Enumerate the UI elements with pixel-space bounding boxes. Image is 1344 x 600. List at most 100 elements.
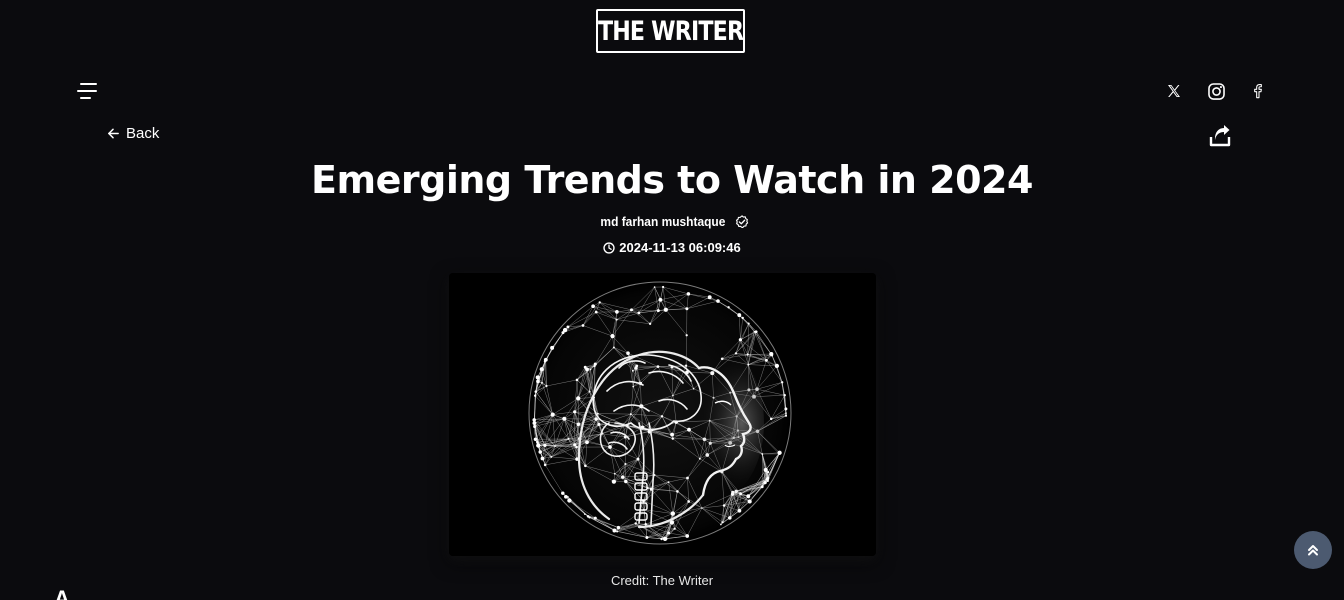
scroll-to-top-button[interactable] — [1294, 531, 1332, 569]
network-node — [593, 516, 597, 520]
network-node — [612, 346, 615, 349]
network-node — [584, 464, 587, 468]
author-name[interactable]: md farhan mushtaque — [601, 214, 726, 229]
network-node — [533, 424, 537, 429]
network-node — [536, 443, 541, 448]
network-node — [765, 478, 769, 481]
network-node — [663, 307, 668, 312]
network-node — [632, 385, 634, 388]
network-node — [635, 364, 639, 368]
network-node — [626, 351, 630, 355]
network-node — [737, 508, 742, 513]
network-node — [747, 499, 752, 504]
network-node — [554, 445, 556, 447]
network-node — [741, 316, 744, 320]
network-node — [676, 490, 679, 493]
menu-button[interactable] — [76, 80, 98, 102]
network-node — [778, 452, 781, 455]
network-node — [783, 393, 786, 397]
network-node — [670, 511, 675, 516]
network-node — [656, 365, 660, 368]
network-node — [608, 445, 612, 449]
network-node — [761, 453, 764, 455]
network-node — [567, 437, 570, 440]
network-node — [550, 455, 553, 458]
article-title: Emerging Trends to Watch in 2024 — [311, 158, 1033, 202]
network-node — [538, 450, 542, 454]
network-node — [611, 479, 617, 484]
network-node — [536, 440, 539, 444]
network-node — [593, 364, 596, 368]
social-links — [1162, 79, 1270, 103]
network-node — [637, 311, 641, 315]
network-node — [763, 480, 767, 485]
network-node — [667, 531, 671, 535]
network-node — [653, 286, 656, 288]
network-node — [584, 513, 586, 515]
x-icon — [1168, 85, 1180, 97]
network-node — [616, 530, 619, 533]
article-hero-image — [449, 273, 876, 556]
network-node — [684, 364, 688, 367]
network-node — [667, 481, 670, 483]
network-node — [634, 522, 637, 525]
article-body-start: A — [54, 586, 70, 600]
network-node — [739, 492, 743, 496]
back-link[interactable]: Back — [107, 125, 159, 142]
network-node — [720, 523, 722, 526]
site-logo[interactable]: THE WRITER — [596, 9, 745, 53]
site-logo-text: THE WRITER — [597, 15, 744, 47]
share-button[interactable] — [1208, 124, 1232, 148]
network-node — [754, 330, 758, 334]
network-node — [774, 363, 780, 369]
network-node — [597, 422, 601, 426]
network-node — [769, 417, 773, 421]
network-node — [564, 494, 568, 499]
share-icon — [1209, 125, 1231, 147]
network-node — [534, 390, 538, 393]
network-node — [597, 412, 599, 415]
network-node — [722, 504, 726, 507]
network-node — [656, 309, 660, 313]
network-node — [540, 456, 545, 461]
image-credit: Credit: The Writer — [610, 573, 714, 588]
network-node — [707, 295, 712, 300]
network-node — [671, 437, 675, 440]
network-node — [594, 310, 598, 314]
network-node — [583, 365, 587, 369]
network-node — [585, 440, 589, 445]
network-node — [661, 285, 665, 289]
network-node — [624, 479, 628, 484]
network-node — [624, 462, 627, 466]
network-node — [746, 353, 749, 356]
network-node — [660, 415, 664, 418]
network-node — [598, 301, 601, 304]
network-node — [576, 396, 581, 401]
network-node — [612, 528, 617, 533]
twitter-link[interactable] — [1162, 79, 1186, 103]
network-node — [535, 375, 540, 380]
network-node — [550, 345, 555, 350]
network-node — [581, 324, 585, 327]
network-node — [573, 410, 577, 414]
network-node — [660, 537, 663, 541]
facebook-link[interactable] — [1246, 79, 1270, 103]
publish-date-text: 2024-11-13 06:09:46 — [619, 240, 741, 255]
network-node — [737, 313, 742, 318]
network-node — [533, 394, 537, 397]
network-node — [536, 379, 540, 384]
network-node — [636, 457, 640, 461]
network-node — [562, 416, 567, 421]
network-node — [566, 325, 570, 329]
network-node — [738, 338, 743, 342]
network-node — [532, 421, 537, 425]
facebook-icon — [1254, 84, 1262, 99]
instagram-link[interactable] — [1204, 79, 1228, 103]
network-node — [576, 422, 581, 427]
publish-date: 2024-11-13 06:09:46 — [0, 240, 1344, 255]
instagram-icon — [1207, 82, 1225, 100]
network-node — [781, 381, 784, 384]
network-node — [701, 507, 703, 509]
network-node — [630, 308, 633, 312]
network-node — [760, 485, 764, 489]
